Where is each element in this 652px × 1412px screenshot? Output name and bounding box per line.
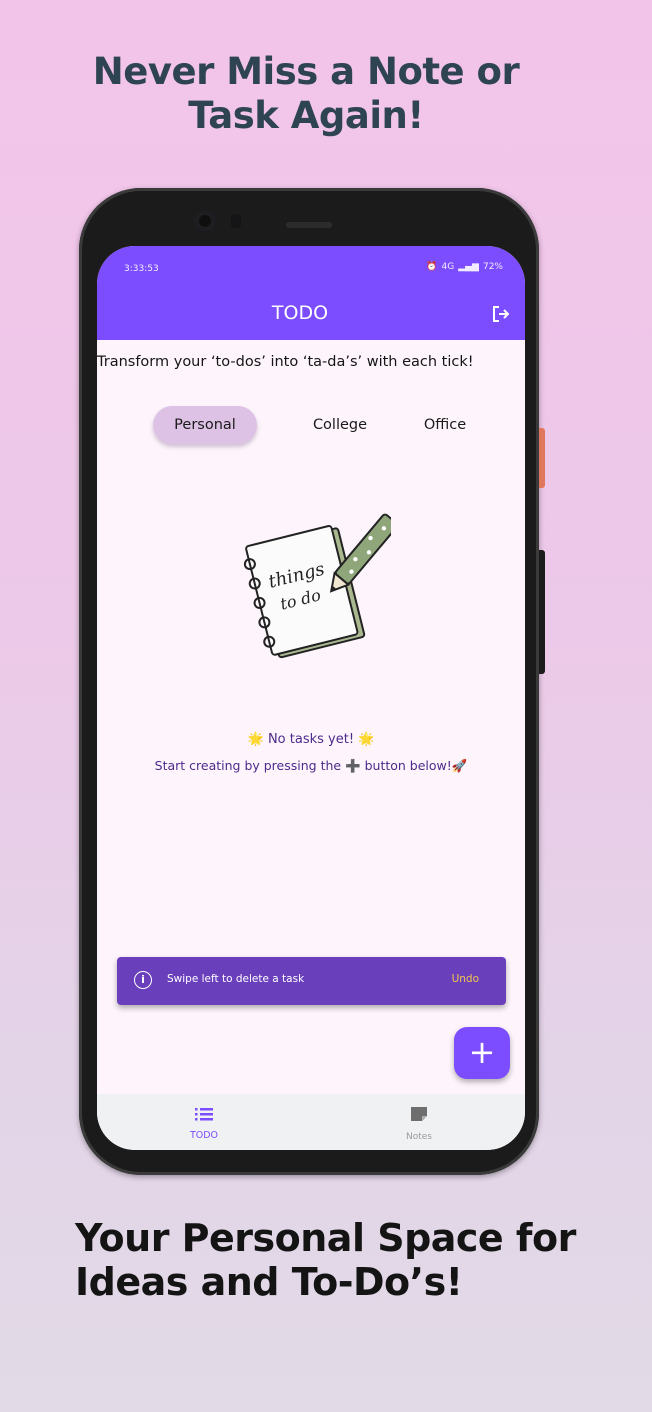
power-button [539, 428, 545, 488]
app-bar: 3:33:53 ⏰ 4G ▂▄▆ 72% TODO [97, 246, 525, 340]
nav-label-todo: TODO [189, 1130, 219, 1141]
tagline: Transform your ‘to-dos’ into ‘ta-da’s’ w… [97, 354, 474, 370]
promo-headline: Never Miss a Note or Task Again! [0, 50, 612, 138]
info-icon: i [134, 971, 152, 989]
earpiece-speaker [286, 222, 332, 228]
tab-personal[interactable]: Personal [153, 406, 257, 444]
empty-state-title: 🌟 No tasks yet! 🌟 [247, 732, 375, 747]
tab-office[interactable]: Office [409, 406, 481, 444]
logout-icon[interactable] [491, 304, 511, 324]
note-icon [411, 1107, 427, 1121]
status-icons: ⏰ 4G ▂▄▆ 72% [426, 262, 503, 272]
battery-text: 72% [482, 262, 503, 272]
undo-button[interactable]: Undo [452, 973, 479, 985]
alarm-icon: ⏰ [426, 262, 438, 272]
tab-college[interactable]: College [297, 406, 383, 444]
promo-footer: Your Personal Space for Ideas and To-Do’… [75, 1216, 635, 1304]
volume-button [539, 550, 545, 674]
signal-icon: ▂▄▆ [458, 262, 479, 272]
things-to-do-illustration: things to do [243, 513, 391, 659]
status-time: 3:33:53 [124, 264, 159, 274]
add-task-button[interactable]: + [454, 1027, 510, 1079]
promo-headline-line2: Task Again! [188, 94, 424, 137]
network-label: 4G [441, 262, 455, 272]
promo-footer-line1: Your Personal Space for [75, 1216, 576, 1260]
category-tabs: Personal College Office [153, 406, 483, 446]
promo-footer-line2: Ideas and To-Do’s! [75, 1260, 463, 1304]
snackbar-message: Swipe left to delete a task [167, 973, 305, 985]
phone-screen: 3:33:53 ⏰ 4G ▂▄▆ 72% TODO Transform your… [97, 246, 525, 1150]
snackbar: i Swipe left to delete a task Undo [117, 957, 506, 1005]
nav-item-notes[interactable]: Notes [384, 1106, 454, 1142]
plus-icon: + [468, 1033, 496, 1071]
list-icon [195, 1108, 213, 1121]
app-title: TODO [271, 302, 329, 324]
empty-state-hint: Start creating by pressing the ➕ button … [154, 758, 468, 773]
nav-item-todo[interactable]: TODO [169, 1106, 239, 1141]
nav-label-notes: Notes [406, 1132, 432, 1142]
front-camera [194, 210, 216, 232]
promo-headline-line1: Never Miss a Note or [92, 50, 520, 93]
bottom-navigation: TODO Notes [97, 1094, 525, 1150]
sensor [231, 214, 241, 228]
